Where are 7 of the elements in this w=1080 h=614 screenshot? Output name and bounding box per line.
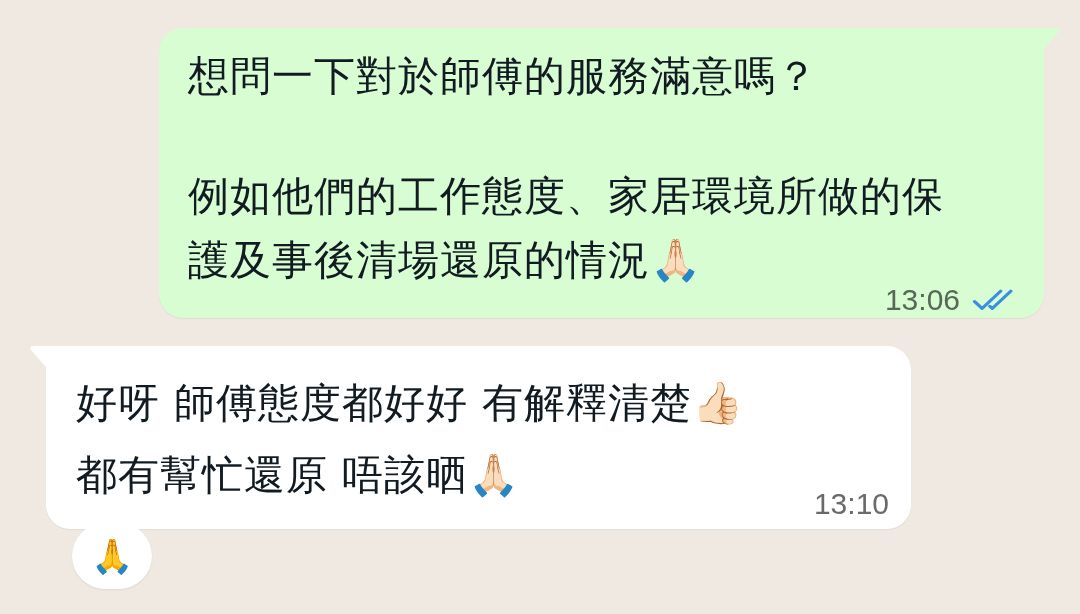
message-time: 13:06 [884,288,960,312]
message-text: 例如他們的工作態度、家居環境所做的保護及事後清場還原的情況🙏🏻 [188,171,945,286]
message-text: 想問一下對於師傅的服務滿意嗎？ [188,51,818,102]
message-time: 13:10 [813,492,889,516]
message-text: 好呀 師傅態度都好好 有解釋清楚👍🏻 [76,378,745,429]
message-text: 都有幫忙還原 唔該晒🙏🏻 [76,450,521,501]
reaction-badge[interactable]: 🙏 [72,523,152,589]
